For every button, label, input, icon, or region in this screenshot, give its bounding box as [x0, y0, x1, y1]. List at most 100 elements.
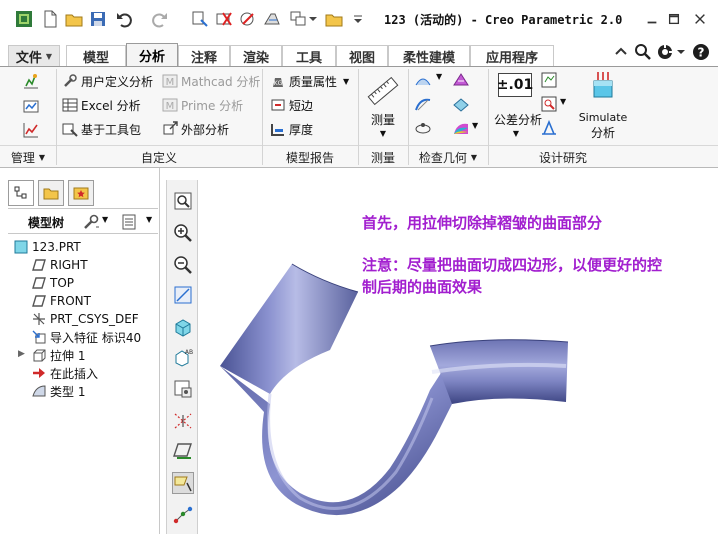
prime-icon: M: [162, 98, 178, 112]
external-analysis-button[interactable]: 外部分析: [162, 119, 229, 139]
repaint-icon[interactable]: [262, 9, 282, 29]
deviation-icon[interactable]: [414, 119, 432, 137]
command-search-icon[interactable]: [656, 43, 674, 61]
tab-tools[interactable]: 工具: [282, 45, 336, 66]
offset-icon[interactable]: [452, 95, 470, 113]
tab-render[interactable]: 渲染: [230, 45, 282, 66]
perspective-button[interactable]: [172, 410, 194, 432]
prime-analysis-button[interactable]: M Prime 分析: [162, 95, 243, 115]
tree-item-front[interactable]: FRONT: [32, 292, 91, 310]
tree-item-extrude[interactable]: 拉伸 1: [32, 346, 85, 364]
tolerance-icon[interactable]: ±.01: [497, 73, 533, 97]
saved-orientations-button[interactable]: AB: [172, 346, 194, 368]
redo-icon[interactable]: [150, 9, 170, 29]
tab-view[interactable]: 视图: [336, 45, 388, 66]
favorites-icon: [73, 187, 89, 200]
tab-file[interactable]: 文件 ▼: [8, 45, 60, 66]
mass-properties-icon: KG: [273, 78, 283, 87]
expand-triangle-icon[interactable]: ▶: [18, 349, 25, 359]
section-icon[interactable]: [414, 95, 432, 113]
repaint-button[interactable]: [172, 284, 194, 306]
extrude-icon: [33, 349, 46, 362]
help-icon[interactable]: ?: [692, 43, 710, 61]
delete-all-icon[interactable]: [22, 121, 40, 139]
feasibility-icon[interactable]: [540, 71, 558, 89]
curvature-icon[interactable]: [414, 71, 432, 89]
tab-model[interactable]: 模型: [66, 45, 126, 66]
window-close-model-icon[interactable]: [214, 9, 234, 29]
windows-icon[interactable]: [288, 9, 308, 29]
button-label: 厚度: [289, 122, 314, 137]
open-folder-icon[interactable]: [64, 9, 84, 29]
tolerance-analysis-button[interactable]: 公差分析 ▼: [494, 111, 542, 138]
tree-item-import-feature[interactable]: 导入特征 标识40: [32, 328, 141, 346]
tree-item-part[interactable]: 123.PRT: [14, 238, 81, 256]
tree-item-insert-here[interactable]: 在此插入: [32, 364, 98, 382]
thickness-button[interactable]: 厚度: [270, 119, 313, 139]
new-file-icon[interactable]: [40, 9, 60, 29]
user-defined-analysis-button[interactable]: 用户定义分析: [62, 71, 153, 91]
tab-annotate[interactable]: 注释: [178, 45, 230, 66]
toolkit-analysis-button[interactable]: 基于工具包: [62, 119, 141, 139]
datum-display-button[interactable]: [172, 440, 194, 462]
tree-item-csys[interactable]: PRT_CSYS_DEF: [32, 310, 139, 328]
ruler-icon[interactable]: [366, 73, 400, 109]
tab-applications[interactable]: 应用程序: [470, 45, 554, 66]
shade-icon[interactable]: [452, 71, 470, 89]
zoom-out-icon: [174, 256, 192, 274]
chevron-down-icon[interactable]: [676, 43, 686, 61]
graphics-window[interactable]: 首先，用拉伸切除掉褶皱的曲面部分 注意：尽量把曲面切成四边形，以便更好的控 制后…: [200, 168, 718, 534]
simulate-button[interactable]: Simulate 分析: [574, 111, 632, 141]
excel-analysis-button[interactable]: Excel 分析: [62, 95, 141, 115]
group-inspect-geometry[interactable]: 检查几何 ▼: [408, 147, 488, 167]
mass-properties-button[interactable]: KG 质量属性 ▼: [270, 71, 349, 91]
chevron-down-icon[interactable]: ▼: [102, 215, 108, 224]
minimize-icon[interactable]: [644, 11, 660, 27]
chevron-down-icon[interactable]: ▼: [146, 215, 152, 224]
tree-item-style[interactable]: 类型 1: [32, 382, 85, 400]
view-manager-button[interactable]: [172, 378, 194, 400]
maximize-icon[interactable]: [666, 11, 682, 27]
tree-item-top[interactable]: TOP: [32, 274, 74, 292]
chevron-down-icon: ▼: [38, 152, 46, 162]
minimize-ribbon-icon[interactable]: [612, 43, 630, 61]
short-edge-button[interactable]: 短边: [270, 95, 313, 115]
qa-dropdown-icon[interactable]: [308, 9, 318, 29]
tab-folder-browser[interactable]: [38, 180, 64, 206]
group-manage[interactable]: 管理 ▼: [0, 147, 56, 167]
point-display-button[interactable]: [172, 504, 194, 526]
analysis-saved-icon[interactable]: [22, 73, 40, 91]
hide-all-icon[interactable]: [22, 97, 40, 115]
refit-button[interactable]: [172, 190, 194, 212]
measure-button[interactable]: 测量 ▼: [362, 111, 404, 138]
chevron-down-icon: ▼: [379, 129, 387, 138]
close-icon[interactable]: [692, 11, 708, 27]
folder-icon[interactable]: [324, 9, 344, 29]
annotation-display-button[interactable]: [172, 472, 194, 494]
simulate-icon[interactable]: [586, 71, 620, 101]
sensitivity-icon[interactable]: [540, 95, 558, 113]
regenerate-icon[interactable]: [190, 9, 210, 29]
display-style-button[interactable]: [172, 316, 194, 338]
chevron-down-icon: ▼: [343, 76, 350, 86]
search-icon[interactable]: [634, 43, 652, 61]
mathcad-analysis-button[interactable]: M Mathcad 分析: [162, 71, 260, 91]
reflection-icon[interactable]: [452, 119, 470, 137]
tab-label: 应用程序: [485, 50, 538, 66]
tree-item-label: RIGHT: [50, 258, 88, 272]
save-icon[interactable]: [88, 9, 108, 29]
optimization-icon[interactable]: [540, 119, 558, 137]
tab-model-tree[interactable]: [8, 180, 34, 206]
tab-flexible-modeling[interactable]: 柔性建模: [388, 45, 470, 66]
zoom-out-button[interactable]: [172, 254, 194, 276]
tab-analysis[interactable]: 分析: [126, 43, 178, 67]
zoom-in-button[interactable]: [172, 222, 194, 244]
tab-favorites[interactable]: [68, 180, 94, 206]
button-label: 用户定义分析: [81, 74, 154, 89]
tree-item-right[interactable]: RIGHT: [32, 256, 88, 274]
erase-icon[interactable]: [238, 9, 258, 29]
customize-qa-icon[interactable]: [352, 9, 364, 29]
show-icon[interactable]: [120, 213, 138, 231]
settings-icon[interactable]: [82, 213, 100, 231]
undo-icon[interactable]: [114, 9, 134, 29]
